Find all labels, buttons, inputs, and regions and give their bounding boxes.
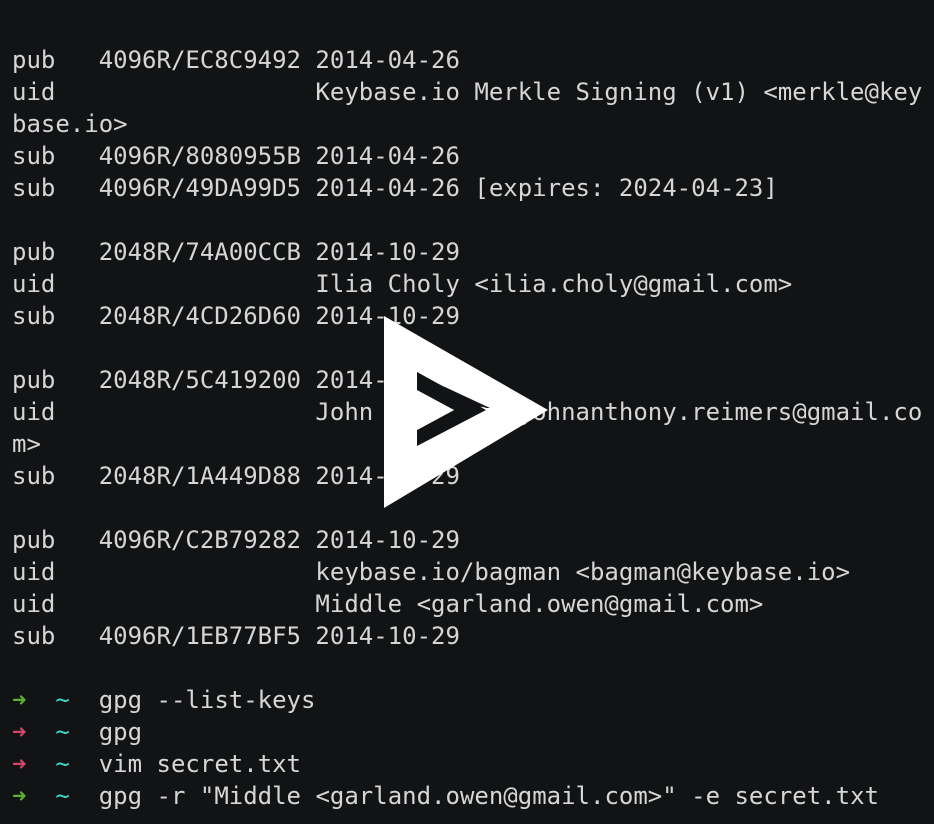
prompt-command: gpg xyxy=(98,718,143,746)
terminal-window[interactable]: pub 4096R/EC8C9492 2014-04-26 uid Keybase… xyxy=(0,0,934,824)
sub-line: sub 4096R/1EB77BF5 2014-10-29 xyxy=(12,622,460,650)
uid-line: uid Ilia Choly <ilia.choly@gmail.com> xyxy=(12,270,793,298)
uid-line: uid Middle <garland.owen@gmail.com> xyxy=(12,590,764,618)
prompt-line: ➜ ~ vim secret.txt xyxy=(12,748,922,780)
prompt-line: ➜ ~ gpg --list-keys xyxy=(12,684,922,716)
pub-line: pub 2048R/74A00CCB 2014-10-29 xyxy=(12,238,460,266)
prompt-line: ➜ ~ gpg xyxy=(12,716,922,748)
pub-line: pub 4096R/C2B79282 2014-10-29 xyxy=(12,526,460,554)
prompt-arrow-icon: ➜ xyxy=(12,686,27,714)
sub-line: sub 4096R/8080955B 2014-04-26 xyxy=(12,142,460,170)
prompt-arrow-icon: ➜ xyxy=(12,750,27,778)
pub-line: pub 4096R/EC8C9492 2014-04-26 xyxy=(12,46,460,74)
prompt-directory: ~ xyxy=(55,782,70,810)
prompt-directory: ~ xyxy=(55,686,70,714)
prompt-command: gpg -r "Middle <garland.owen@gmail.com>"… xyxy=(98,782,879,810)
uid-line: uid Keybase.io Merkle Signing (v1) <merk… xyxy=(12,78,923,106)
prompt-arrow-icon: ➜ xyxy=(12,782,27,810)
uid-line: uid keybase.io/bagman <bagman@keybase.io… xyxy=(12,558,851,586)
prompt-arrow-icon: ➜ xyxy=(12,718,27,746)
sub-line: sub 4096R/49DA99D5 2014-04-26 [expires: … xyxy=(12,174,778,202)
prompt-directory: ~ xyxy=(55,718,70,746)
prompt-command: vim secret.txt xyxy=(98,750,302,778)
prompt-command: gpg --list-keys xyxy=(98,686,316,714)
uid-line-wrap: base.io> xyxy=(12,110,128,138)
prompt-line: ➜ ~ gpg -r "Middle <garland.owen@gmail.c… xyxy=(12,780,922,812)
play-icon[interactable] xyxy=(380,312,552,512)
prompt-directory: ~ xyxy=(55,750,70,778)
